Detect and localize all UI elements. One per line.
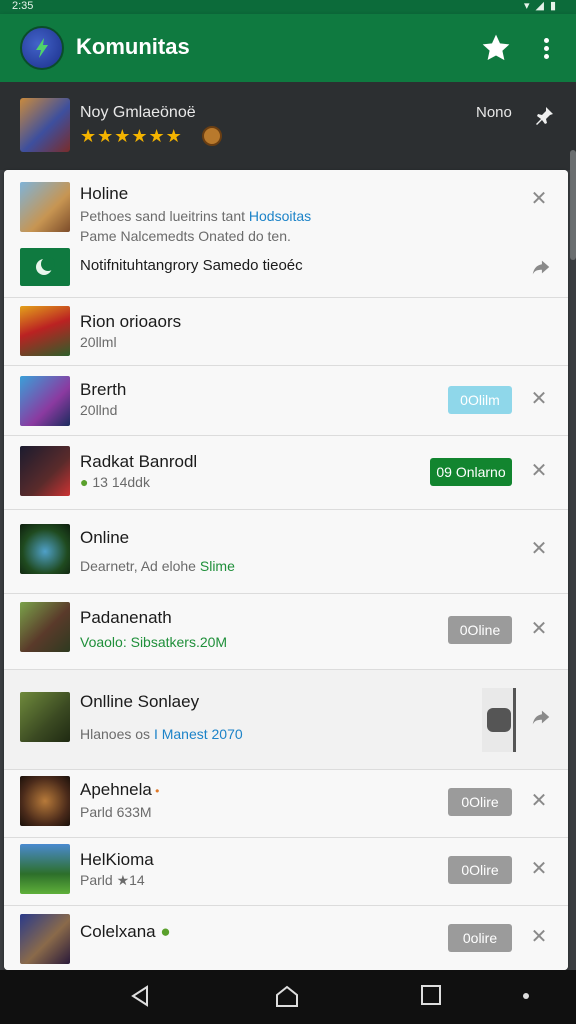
rating-stars: ★★★★★★: [80, 126, 183, 146]
item-thumbnail: [20, 776, 70, 826]
item-thumbnail: [20, 182, 70, 232]
item-title: Colelxana ●: [80, 922, 171, 941]
favorite-star-button[interactable]: [480, 32, 512, 64]
item-title: Rion orioaors: [80, 312, 182, 331]
signal-icon: ◢: [535, 0, 550, 12]
recent-apps-icon[interactable]: [420, 984, 442, 1006]
status-bar: 2:35 ▾◢▮: [0, 0, 576, 14]
dot-icon: [543, 54, 549, 59]
item-title: Holine: [80, 184, 129, 203]
star-icon: [482, 34, 510, 61]
featured-right-label: Nono: [476, 104, 512, 121]
list-item[interactable]: Apehnela • Parld 633M 0Olire ✕: [4, 770, 568, 838]
share-arrow-icon[interactable]: [530, 256, 552, 278]
badge-icon: [202, 126, 222, 146]
item-subtitle: Parld 633M: [80, 804, 152, 820]
more-options-button[interactable]: [534, 36, 558, 62]
close-icon[interactable]: ✕: [528, 926, 550, 948]
list-item[interactable]: Holine Pethoes sand lueitrins tant Hodso…: [4, 170, 568, 298]
item-thumbnail: [20, 844, 70, 894]
app-logo-icon: [20, 26, 64, 70]
pin-icon[interactable]: [532, 104, 556, 128]
featured-title: Noy Gmlaeönoë: [80, 104, 196, 121]
list-item[interactable]: Rion orioaors 20llml: [4, 298, 568, 366]
item-subtitle: Dearnetr, Ad elohe Slime: [80, 558, 235, 574]
online-button[interactable]: 0Olire: [448, 788, 512, 816]
dot-icon: [543, 38, 549, 43]
item-thumbnail: [20, 914, 70, 964]
close-icon[interactable]: ✕: [528, 790, 550, 812]
list-item[interactable]: HelKioma Parld ★14 0Olire ✕: [4, 838, 568, 906]
badge-icon: ●: [80, 474, 89, 490]
online-button[interactable]: 0Olilm: [448, 386, 512, 414]
list-item[interactable]: Online Dearnetr, Ad elohe Slime ✕: [4, 510, 568, 594]
scrollbar[interactable]: [570, 150, 576, 260]
item-thumbnail: [20, 524, 70, 574]
online-button[interactable]: 0Oline: [448, 616, 512, 644]
online-button[interactable]: 0olire: [448, 924, 512, 952]
dot-icon: [543, 46, 549, 51]
back-icon[interactable]: [128, 984, 152, 1008]
item-subtitle: 20llnd: [80, 402, 118, 418]
list-item[interactable]: Onlline Sonlaey Hlanoes os I Manest 2070: [4, 670, 568, 770]
item-subtitle: Pethoes sand lueitrins tant Hodsoitas: [80, 208, 312, 224]
notification-text: Notifnituhtangrory Samedo tieoéc: [80, 257, 303, 274]
status-icons: ▾◢▮: [524, 0, 562, 12]
item-description: Pame Nalcemedts Onated do ten.: [80, 228, 291, 244]
community-list: Holine Pethoes sand lueitrins tant Hodso…: [4, 170, 568, 970]
item-subtitle: Voaolo: Sibsatkers.20M: [80, 634, 228, 650]
featured-item[interactable]: Noy Gmlaeönoë ★★★★★★ Nono: [0, 82, 576, 170]
close-icon[interactable]: ✕: [528, 188, 550, 210]
item-title: Brerth: [80, 380, 127, 399]
item-title: Online: [80, 528, 130, 547]
item-title: Radkat Banrodl: [80, 452, 198, 471]
battery-icon: ▮: [549, 0, 562, 12]
close-icon[interactable]: ✕: [528, 460, 550, 482]
close-icon[interactable]: ✕: [528, 538, 550, 560]
wifi-icon: ▾: [523, 0, 536, 12]
status-time: 2:35: [12, 0, 34, 12]
share-arrow-icon[interactable]: [530, 706, 552, 728]
home-icon[interactable]: [274, 984, 300, 1008]
list-item[interactable]: Radkat Banrodl ● 13 14ddk 09 Onlarno ✕: [4, 436, 568, 510]
close-icon[interactable]: ✕: [528, 858, 550, 880]
item-thumbnail: [20, 376, 70, 426]
system-nav-bar: [0, 970, 576, 1024]
badge-icon: ●: [160, 922, 171, 941]
page-title: Komunitas: [76, 34, 190, 59]
item-title: Padanenath: [80, 608, 172, 627]
item-thumbnail: [20, 602, 70, 652]
app-bar: Komunitas: [0, 14, 576, 82]
list-item[interactable]: Colelxana ● 0olire ✕: [4, 906, 568, 970]
item-title: Apehnela •: [80, 780, 160, 799]
item-subtitle: Parld ★14: [80, 872, 145, 888]
scroll-handle[interactable]: [482, 688, 516, 752]
item-title: HelKioma: [80, 850, 154, 869]
featured-thumbnail: [20, 98, 70, 152]
item-thumbnail: [20, 306, 70, 356]
list-item[interactable]: Brerth 20llnd 0Olilm ✕: [4, 366, 568, 436]
dot-icon[interactable]: [522, 992, 530, 1000]
item-subtitle: ● 13 14ddk: [80, 474, 150, 490]
item-subtitle: 20llml: [80, 334, 117, 350]
item-thumbnail: [20, 446, 70, 496]
item-subtitle: Hlanoes os I Manest 2070: [80, 726, 243, 742]
item-title: Onlline Sonlaey: [80, 692, 200, 711]
online-button[interactable]: 0Olire: [448, 856, 512, 884]
item-thumbnail: [20, 692, 70, 742]
online-button[interactable]: 09 Onlarno: [430, 458, 512, 486]
drag-handle-icon: [487, 708, 511, 732]
notification-thumbnail: [20, 248, 70, 286]
list-item[interactable]: Padanenath Voaolo: Sibsatkers.20M 0Oline…: [4, 594, 568, 670]
close-icon[interactable]: ✕: [528, 618, 550, 640]
close-icon[interactable]: ✕: [528, 388, 550, 410]
